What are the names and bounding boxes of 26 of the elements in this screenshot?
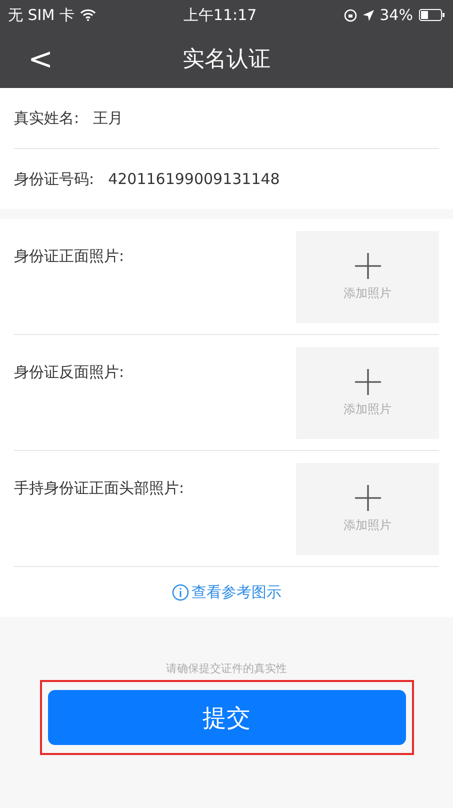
page-title: 实名认证	[182, 46, 270, 74]
back-button[interactable]: <	[22, 42, 60, 77]
submit-button[interactable]: 提交	[48, 690, 406, 745]
plus-icon	[354, 484, 380, 510]
plus-icon	[354, 368, 380, 394]
reference-link[interactable]: 查看参考图示	[172, 582, 282, 602]
rotation-lock-icon	[344, 8, 357, 22]
field-label: 身份证号码:	[14, 170, 94, 188]
field-label: 真实姓名:	[14, 108, 80, 128]
info-icon	[172, 584, 188, 600]
plus-icon	[354, 252, 380, 278]
hint-text: 请确保提交证件的真实性	[166, 661, 287, 676]
battery-icon	[418, 9, 445, 21]
photo-label: 身份证反面照片:	[14, 363, 124, 382]
photo-label: 手持身份证正面头部照片:	[14, 479, 184, 498]
field-value: 420116199009131148	[108, 170, 280, 188]
location-icon	[362, 10, 374, 20]
add-photo-button[interactable]: 添加照片	[296, 347, 439, 439]
photo-label: 身份证正面照片:	[14, 247, 124, 266]
add-photo-button[interactable]: 添加照片	[296, 231, 439, 323]
carrier-text: 无 SIM 卡	[8, 6, 74, 24]
wifi-icon	[80, 9, 96, 21]
clock-text: 上午11:17	[183, 6, 257, 24]
field-value: 王月	[93, 108, 124, 128]
add-photo-button[interactable]: 添加照片	[296, 463, 439, 555]
battery-text: 34%	[380, 6, 413, 24]
